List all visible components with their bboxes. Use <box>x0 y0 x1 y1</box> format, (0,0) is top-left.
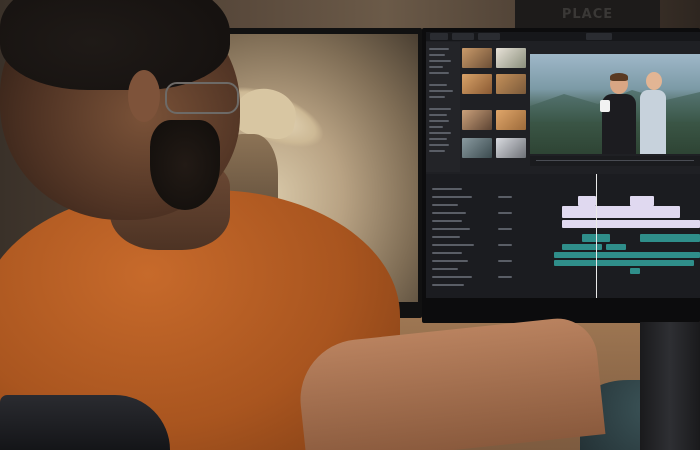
panel-row[interactable] <box>429 114 447 116</box>
monitor-stand <box>640 322 700 450</box>
panel-row[interactable] <box>429 60 451 62</box>
track-header[interactable] <box>498 244 512 246</box>
track-header[interactable] <box>432 260 468 262</box>
clip-thumbnail-grid <box>462 44 532 166</box>
second-person-face <box>646 72 662 90</box>
photo-scene: PLACE <box>0 0 700 450</box>
track-header[interactable] <box>432 204 458 206</box>
menu-tab[interactable] <box>452 33 474 40</box>
timeline-playhead[interactable] <box>596 174 597 298</box>
panel-row[interactable] <box>429 126 443 128</box>
mug-icon <box>600 100 610 112</box>
panel-row[interactable] <box>429 54 445 56</box>
panel-row[interactable] <box>429 144 449 146</box>
preview-viewer[interactable] <box>530 54 700 154</box>
boy-hair <box>610 73 628 81</box>
track-header[interactable] <box>432 284 464 286</box>
clip-thumbnail[interactable] <box>496 110 526 130</box>
track-header[interactable] <box>432 220 462 222</box>
timeline-clip[interactable] <box>562 220 700 228</box>
track-header[interactable] <box>432 268 458 270</box>
timeline-clips <box>550 184 700 298</box>
track-header[interactable] <box>432 188 462 190</box>
track-header[interactable] <box>498 276 512 278</box>
track-header[interactable] <box>432 228 470 230</box>
menu-tab[interactable] <box>586 33 612 40</box>
timeline-clip[interactable] <box>554 252 700 258</box>
track-header[interactable] <box>498 260 512 262</box>
clip-thumbnail[interactable] <box>462 74 492 94</box>
clip-thumbnail[interactable] <box>462 48 492 68</box>
person-ear <box>128 70 160 122</box>
transport-bar[interactable] <box>530 156 700 166</box>
track-headers <box>426 184 546 298</box>
wall-sign: PLACE <box>515 0 660 28</box>
clip-thumbnail[interactable] <box>462 110 492 130</box>
app-menubar <box>426 32 700 41</box>
timeline-clip[interactable] <box>578 196 596 206</box>
office-chair <box>0 395 170 450</box>
panel-row[interactable] <box>429 120 449 122</box>
track-header[interactable] <box>498 212 512 214</box>
menu-tab[interactable] <box>430 33 448 40</box>
viewer-boy <box>600 73 638 154</box>
clip-thumbnail[interactable] <box>462 138 492 158</box>
track-header[interactable] <box>498 196 512 198</box>
clip-thumbnail[interactable] <box>496 48 526 68</box>
right-monitor <box>422 28 700 323</box>
panel-row[interactable] <box>429 48 449 50</box>
media-browser-panel <box>426 42 460 172</box>
track-header[interactable] <box>432 244 474 246</box>
panel-row[interactable] <box>429 108 451 110</box>
scrub-bar[interactable] <box>536 160 694 161</box>
panel-row[interactable] <box>429 72 449 74</box>
timeline-clip[interactable] <box>606 244 626 250</box>
timeline-panel[interactable] <box>426 174 700 298</box>
glasses-icon <box>165 82 239 114</box>
person-head <box>0 0 240 220</box>
second-person-shirt <box>640 90 666 154</box>
person-beard <box>150 120 220 210</box>
menu-tab[interactable] <box>478 33 500 40</box>
clip-thumbnail[interactable] <box>496 74 526 94</box>
timeline-clip[interactable] <box>640 234 700 242</box>
track-header[interactable] <box>432 252 462 254</box>
track-header[interactable] <box>498 228 512 230</box>
panel-row[interactable] <box>429 66 443 68</box>
panel-row[interactable] <box>429 138 447 140</box>
track-header[interactable] <box>432 276 472 278</box>
timeline-clip[interactable] <box>562 206 680 218</box>
panel-row[interactable] <box>429 150 445 152</box>
person-hair <box>0 0 230 90</box>
track-header[interactable] <box>432 212 466 214</box>
video-editor-app <box>426 32 700 298</box>
timeline-clip[interactable] <box>630 268 640 274</box>
clip-thumbnail[interactable] <box>496 138 526 158</box>
timeline-clip[interactable] <box>554 260 694 266</box>
panel-row[interactable] <box>429 132 451 134</box>
panel-row[interactable] <box>429 84 447 86</box>
panel-row[interactable] <box>429 96 445 98</box>
timeline-clip[interactable] <box>630 196 654 206</box>
viewer-second-person <box>640 72 670 154</box>
track-header[interactable] <box>432 196 472 198</box>
track-header[interactable] <box>432 236 460 238</box>
panel-row[interactable] <box>429 90 453 92</box>
